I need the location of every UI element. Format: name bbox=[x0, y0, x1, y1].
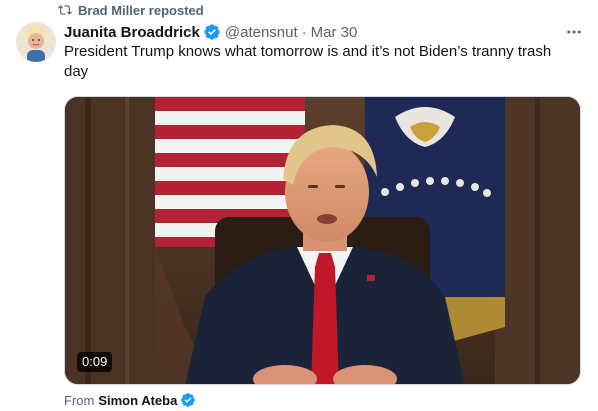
tweet[interactable]: Brad Miller reposted Juanita Broaddrick … bbox=[0, 0, 598, 411]
source-prefix: From bbox=[64, 392, 95, 408]
tweet-date[interactable]: Mar 30 bbox=[311, 24, 358, 41]
repost-icon bbox=[58, 5, 72, 15]
repost-indicator: Brad Miller reposted bbox=[58, 2, 204, 18]
video-player[interactable]: 0:09 bbox=[64, 96, 581, 385]
avatar[interactable] bbox=[16, 22, 56, 62]
source-name[interactable]: Simon Ateba bbox=[98, 393, 177, 408]
tweet-text: President Trump knows what tomorrow is a… bbox=[64, 43, 552, 80]
more-horizontal-icon[interactable] bbox=[564, 22, 584, 42]
author-name[interactable]: Juanita Broaddrick bbox=[64, 24, 200, 41]
video-duration: 0:09 bbox=[77, 352, 113, 372]
tweet-header: Juanita Broaddrick @atensnut · Mar 30 bbox=[64, 22, 584, 42]
repost-label[interactable]: Brad Miller reposted bbox=[78, 3, 204, 18]
verified-badge-icon[interactable] bbox=[203, 23, 221, 41]
video-source: From Simon Ateba bbox=[64, 391, 196, 409]
verified-badge-icon[interactable] bbox=[180, 392, 196, 408]
separator-dot: · bbox=[301, 23, 307, 41]
video-frame bbox=[65, 97, 580, 384]
author-handle[interactable]: @atensnut bbox=[225, 24, 298, 41]
